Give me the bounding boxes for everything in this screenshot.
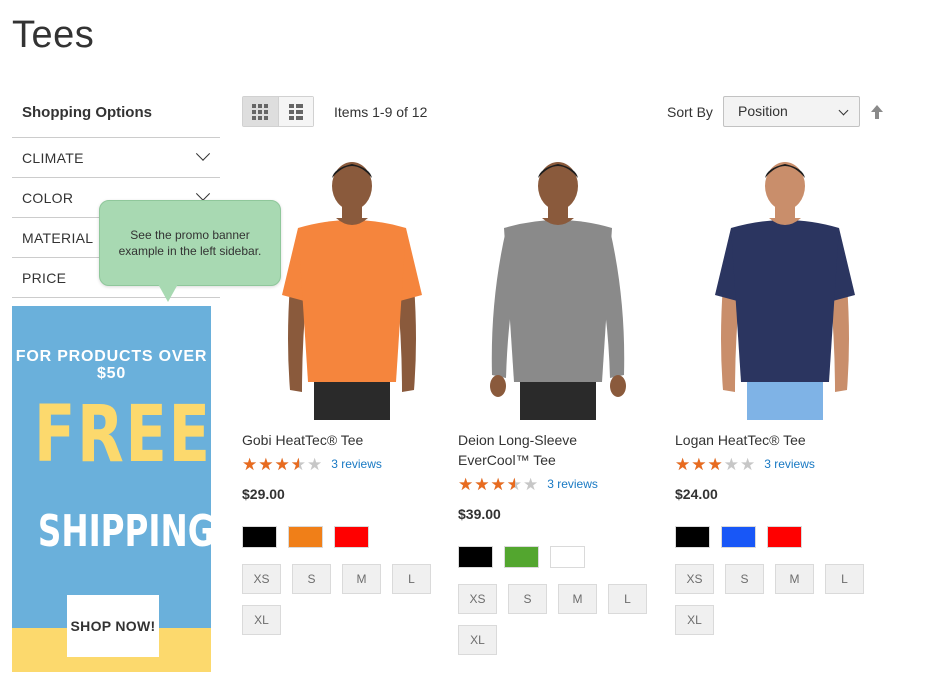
sort-by-select[interactable]: Position [723,96,860,127]
color-swatch[interactable] [242,526,277,548]
product-card: Logan HeatTec® Tee ★★★★★ ★★★★★ 3 reviews… [675,150,865,635]
promo-banner[interactable]: FOR PRODUCTS OVER $50 FREE SHIPPING SHOP… [12,306,211,672]
promo-subheadline: SHIPPING [37,506,211,557]
color-swatch[interactable] [458,546,493,568]
list-view-button[interactable] [277,97,313,126]
color-swatch[interactable] [767,526,802,548]
size-option[interactable]: S [292,564,331,594]
size-options: XS S M L XL [675,564,875,635]
tooltip-tail [158,284,178,302]
size-option[interactable]: L [608,584,647,614]
product-name[interactable]: Logan HeatTec® Tee [675,430,865,450]
chevron-down-icon [838,105,849,116]
rating-fill: ★★★★★ [458,475,515,493]
filter-climate[interactable]: CLIMATE [12,138,220,178]
filter-label: PRICE [22,269,67,286]
rating-stars: ★★★★★ ★★★★★ [242,454,324,474]
size-option[interactable]: L [825,564,864,594]
sort-by-value: Position [738,103,788,119]
sort-by-label: Sort By [667,104,713,120]
color-swatch[interactable] [550,546,585,568]
size-option[interactable]: S [725,564,764,594]
size-option[interactable]: S [508,584,547,614]
product-name[interactable]: Deion Long-Sleeve EverCool™ Tee [458,430,648,470]
size-option[interactable]: XL [675,605,714,635]
size-option[interactable]: M [775,564,814,594]
product-image[interactable] [458,150,648,420]
filter-label: CLIMATE [22,149,84,166]
filter-label: COLOR [22,189,74,206]
rating-summary: ★★★★★ ★★★★★ 3 reviews [675,454,865,474]
size-option[interactable]: M [342,564,381,594]
size-options: XS S M L XL [458,584,658,655]
shopping-options-title: Shopping Options [12,94,220,138]
product-name[interactable]: Gobi HeatTec® Tee [242,430,432,450]
size-option[interactable]: M [558,584,597,614]
rating-summary: ★★★★★ ★★★★★ 3 reviews [242,454,432,474]
size-option[interactable]: XS [675,564,714,594]
view-mode-toggle [242,96,314,127]
rating-fill: ★★★★★ [675,455,724,473]
grid-view-icon [252,103,269,120]
size-option[interactable]: XS [458,584,497,614]
rating-stars: ★★★★★ ★★★★★ [675,454,757,474]
rating-fill: ★★★★★ [242,455,299,473]
promo-top-line: FOR PRODUCTS OVER $50 [15,348,208,382]
chevron-down-icon [195,186,211,201]
color-swatches [242,526,432,548]
grid-view-button[interactable] [243,97,278,126]
promo-headline: FREE [33,390,211,480]
items-count: Items 1-9 of 12 [334,104,428,120]
page-title: Tees [12,14,95,56]
shop-now-button[interactable]: SHOP NOW! [67,595,159,657]
reviews-link[interactable]: 3 reviews [331,457,382,471]
filter-label: MATERIAL [22,229,94,246]
color-swatch[interactable] [334,526,369,548]
size-option[interactable]: L [392,564,431,594]
product-price: $39.00 [458,506,501,522]
color-swatch[interactable] [504,546,539,568]
product-price: $24.00 [675,486,718,502]
rating-stars: ★★★★★ ★★★★★ [458,474,540,494]
chevron-down-icon [195,146,211,161]
product-card: Deion Long-Sleeve EverCool™ Tee ★★★★★ ★★… [458,150,648,655]
reviews-link[interactable]: 3 reviews [547,477,598,491]
tshirt-model-icon [490,162,626,420]
color-swatch[interactable] [675,526,710,548]
color-swatch[interactable] [721,526,756,548]
color-swatches [675,526,865,548]
product-image[interactable] [675,150,865,420]
color-swatches [458,546,648,568]
size-option[interactable]: XS [242,564,281,594]
color-swatch[interactable] [288,526,323,548]
product-price: $29.00 [242,486,285,502]
rating-summary: ★★★★★ ★★★★★ 3 reviews [458,474,648,494]
size-option[interactable]: XL [242,605,281,635]
size-option[interactable]: XL [458,625,497,655]
reviews-link[interactable]: 3 reviews [764,457,815,471]
tshirt-model-icon [715,162,855,420]
size-options: XS S M L XL [242,564,442,635]
list-view-icon [288,103,303,120]
product-card: Gobi HeatTec® Tee ★★★★★ ★★★★★ 3 reviews … [242,150,432,635]
product-image[interactable] [242,150,432,420]
sort-ascending-arrow-icon[interactable] [870,104,884,120]
tshirt-model-icon [282,162,422,420]
